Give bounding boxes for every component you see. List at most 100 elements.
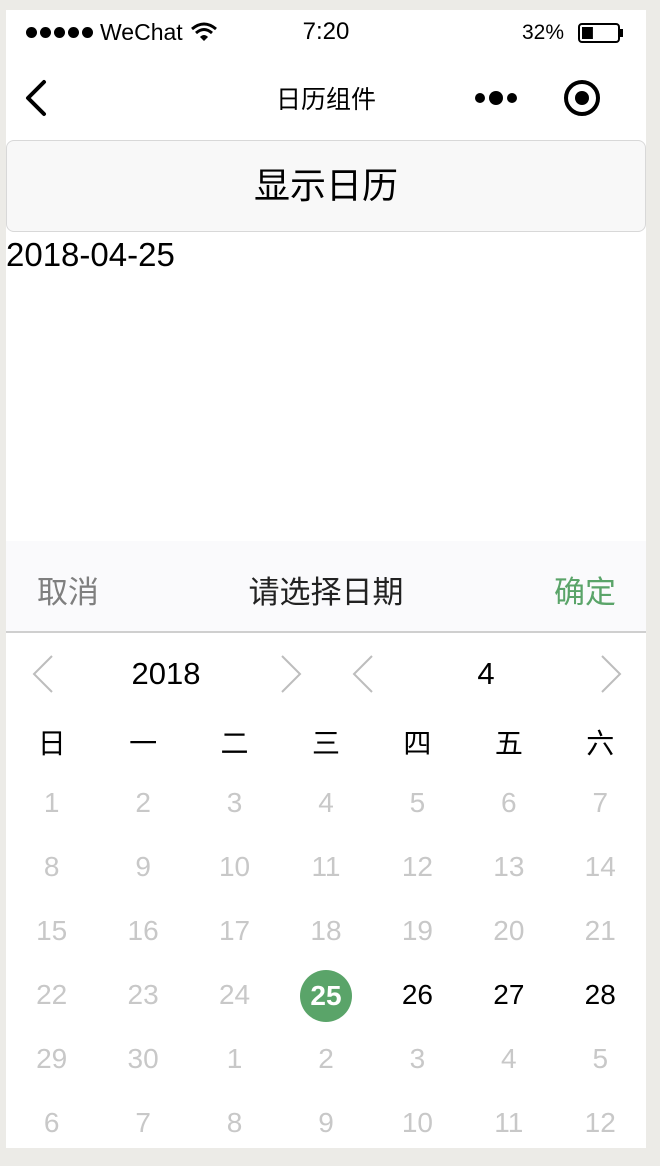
show-calendar-button[interactable]: 显示日历 — [6, 140, 646, 232]
day-cell[interactable]: 10 — [372, 1098, 463, 1148]
day-number: 23 — [127, 979, 159, 1010]
day-number: 9 — [318, 1107, 334, 1138]
day-cell[interactable]: 15 — [6, 906, 97, 970]
day-number: 21 — [584, 915, 616, 946]
day-cell[interactable]: 3 — [372, 1034, 463, 1098]
next-month-icon[interactable] — [598, 654, 624, 694]
day-number: 18 — [310, 915, 342, 946]
day-cell[interactable]: 12 — [372, 842, 463, 906]
day-cell[interactable]: 1 — [6, 778, 97, 842]
page-title: 日历组件 — [275, 86, 376, 114]
day-cell[interactable]: 11 — [463, 1098, 554, 1148]
month-switcher: 4 — [326, 650, 646, 698]
day-cell[interactable]: 17 — [189, 906, 280, 970]
day-number: 2 — [318, 1043, 334, 1074]
battery-percentage: 32% — [522, 21, 565, 44]
day-number: 25 — [299, 970, 352, 1022]
day-cell[interactable]: 11 — [280, 842, 371, 906]
day-number: 3 — [226, 787, 243, 818]
day-cell[interactable]: 2 — [97, 778, 188, 842]
day-cell[interactable]: 5 — [555, 1034, 646, 1098]
day-cell[interactable]: 18 — [280, 906, 371, 970]
day-cell[interactable]: 6 — [463, 778, 554, 842]
year-value: 2018 — [131, 656, 201, 691]
day-number: 1 — [43, 787, 60, 818]
day-cell[interactable]: 22 — [6, 970, 97, 1034]
day-cell[interactable]: 19 — [372, 906, 463, 970]
day-cell[interactable]: 26 — [372, 970, 463, 1034]
day-cell[interactable]: 28 — [555, 970, 646, 1034]
day-cell[interactable]: 4 — [463, 1034, 554, 1098]
day-cell[interactable]: 24 — [189, 970, 280, 1034]
day-number: 11 — [311, 851, 341, 882]
day-number: 4 — [318, 787, 334, 818]
confirm-button[interactable]: 确定 — [554, 567, 616, 612]
phone-screen: WeChat 7:20 32% 日历组件 显示日历 2018-04-25 取消 … — [6, 10, 646, 1148]
weekday-header: 日一二三四五六 — [6, 720, 646, 760]
day-cell[interactable]: 14 — [555, 842, 646, 906]
day-cell[interactable]: 5 — [372, 778, 463, 842]
day-cell[interactable]: 13 — [463, 842, 554, 906]
prev-year-icon[interactable] — [30, 654, 56, 694]
day-cell[interactable]: 9 — [97, 842, 188, 906]
weekday-label: 二 — [220, 728, 249, 759]
weekday-label: 日 — [37, 728, 66, 759]
day-number: 2 — [135, 787, 151, 818]
more-dots-icon[interactable] — [473, 90, 519, 106]
day-number: 16 — [127, 915, 159, 946]
day-cell[interactable]: 23 — [97, 970, 188, 1034]
day-cell[interactable]: 27 — [463, 970, 554, 1034]
selected-date-text: 2018-04-25 — [6, 236, 175, 273]
day-cell[interactable]: 2 — [280, 1034, 371, 1098]
day-number: 30 — [127, 1043, 159, 1074]
day-number: 4 — [501, 1043, 517, 1074]
picker-header: 取消 请选择日期 确定 — [6, 541, 646, 633]
day-cell[interactable]: 9 — [280, 1098, 371, 1148]
day-number: 8 — [226, 1107, 243, 1138]
day-cell[interactable]: 1 — [189, 1034, 280, 1098]
day-cell[interactable]: 6 — [6, 1098, 97, 1148]
battery-icon — [578, 23, 623, 43]
day-number: 6 — [43, 1107, 60, 1138]
day-number: 22 — [36, 979, 68, 1010]
day-number: 29 — [36, 1043, 68, 1074]
day-number: 19 — [401, 915, 433, 946]
day-cell[interactable]: 20 — [463, 906, 554, 970]
day-cell[interactable]: 7 — [97, 1098, 188, 1148]
target-icon[interactable] — [562, 78, 602, 118]
day-cell[interactable]: 12 — [555, 1098, 646, 1148]
day-cell[interactable]: 21 — [555, 906, 646, 970]
prev-month-icon[interactable] — [350, 654, 376, 694]
day-cell[interactable]: 30 — [97, 1034, 188, 1098]
day-number: 7 — [135, 1107, 151, 1138]
calendar-grid: 1 2 3 4 5 6 7 8 9 10 11 12 13 14 15 16 17 18 19 20 21 22 23 24 2… — [6, 778, 646, 1148]
year-switcher: 2018 — [6, 650, 326, 698]
day-cell[interactable]: 3 — [189, 778, 280, 842]
day-number: 28 — [584, 979, 616, 1010]
day-cell[interactable]: 4 — [280, 778, 371, 842]
day-number: 13 — [493, 851, 525, 882]
day-number: 9 — [135, 851, 151, 882]
day-number: 7 — [592, 787, 609, 818]
day-number: 17 — [218, 915, 251, 946]
day-number: 10 — [401, 1107, 433, 1138]
weekday-label: 一 — [129, 728, 158, 759]
day-number: 1 — [226, 1043, 243, 1074]
picker-title: 请选择日期 — [248, 575, 404, 610]
day-cell[interactable]: 8 — [189, 1098, 280, 1148]
day-number: 8 — [43, 851, 60, 882]
day-number: 20 — [493, 915, 525, 946]
day-number: 3 — [409, 1043, 426, 1074]
day-cell[interactable]: 25 — [280, 970, 371, 1034]
day-cell[interactable]: 16 — [97, 906, 188, 970]
day-number: 24 — [218, 979, 251, 1010]
weekday-label: 六 — [586, 728, 615, 759]
day-cell[interactable]: 29 — [6, 1034, 97, 1098]
day-cell[interactable]: 10 — [189, 842, 280, 906]
next-year-icon[interactable] — [278, 654, 304, 694]
day-cell[interactable]: 7 — [555, 778, 646, 842]
day-number: 6 — [501, 787, 517, 818]
day-number: 15 — [36, 915, 68, 946]
day-cell[interactable]: 8 — [6, 842, 97, 906]
day-number: 5 — [409, 787, 426, 818]
